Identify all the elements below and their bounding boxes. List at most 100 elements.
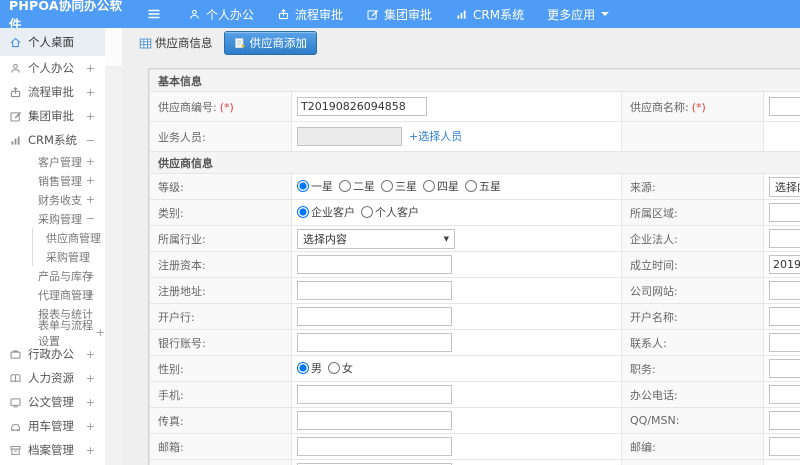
account-name-input[interactable]: [769, 307, 800, 326]
radio-option[interactable]: 五星: [465, 178, 501, 194]
sidebar-item[interactable]: 行政办公 +: [0, 342, 105, 366]
radio-option[interactable]: 四星: [423, 178, 459, 194]
grade-radio[interactable]: [423, 180, 435, 192]
sidebar-item[interactable]: 客户管理 +: [0, 152, 105, 171]
radio-option[interactable]: 一星: [297, 178, 333, 194]
field-label: 性别:: [158, 362, 184, 376]
topbar-nav-item[interactable]: 集团审批: [366, 6, 432, 23]
sidebar-scrollbar[interactable]: [105, 28, 122, 66]
office-phone-input[interactable]: [769, 385, 800, 404]
expander-icon[interactable]: +: [86, 62, 95, 75]
website-input[interactable]: [769, 281, 800, 300]
email-input[interactable]: [297, 437, 452, 456]
sidebar-item[interactable]: 供应商管理: [0, 228, 105, 247]
topbar-nav-item[interactable]: 个人办公: [188, 6, 254, 23]
radio-option[interactable]: 二星: [339, 178, 375, 194]
expander-icon[interactable]: +: [86, 174, 95, 187]
expander-icon[interactable]: −: [86, 212, 95, 225]
select-value: 选择内容: [303, 232, 347, 246]
sidebar-item[interactable]: 产品与库存 +: [0, 266, 105, 285]
category-radio[interactable]: [361, 206, 373, 218]
tab-supplier-info[interactable]: 供应商信息: [135, 32, 217, 54]
radio-option[interactable]: 男: [297, 360, 322, 376]
radio-option[interactable]: 企业客户: [297, 204, 355, 220]
home-icon: [9, 36, 22, 49]
grade-radio[interactable]: [339, 180, 351, 192]
form-row: 所属行业: 选择内容 ▼ 企业法人:: [149, 225, 800, 252]
expander-icon[interactable]: +: [86, 420, 95, 433]
field-value-cell: [763, 433, 800, 460]
topbar-nav-item[interactable]: 流程审批: [277, 6, 343, 23]
expander-icon[interactable]: +: [86, 372, 95, 385]
radio-option[interactable]: 三星: [381, 178, 417, 194]
gender-radio[interactable]: [297, 362, 309, 374]
sidebar-item-label: 产品与库存: [38, 269, 93, 283]
select-person-link[interactable]: +选择人员: [409, 130, 462, 143]
topbar-nav-label: CRM系统: [473, 7, 525, 22]
topbar-nav-item[interactable]: CRM系统: [455, 6, 524, 23]
field-label-cell: 注册地址:: [149, 277, 292, 304]
user-icon: [188, 8, 201, 21]
expander-icon[interactable]: +: [96, 326, 105, 339]
gender-radio[interactable]: [328, 362, 340, 374]
supplier-name-input[interactable]: [769, 97, 800, 116]
expander-icon[interactable]: +: [86, 396, 95, 409]
qq-msn-input[interactable]: [769, 411, 800, 430]
field-label: 邮编:: [630, 440, 656, 454]
region-input[interactable]: [769, 203, 800, 222]
sidebar-item[interactable]: 档案管理 +: [0, 438, 105, 462]
legal-person-input[interactable]: [769, 229, 800, 248]
sidebar-item[interactable]: 表单与流程设置 +: [0, 319, 105, 348]
title-input[interactable]: [769, 359, 800, 378]
field: [297, 411, 452, 430]
sidebar-item[interactable]: CRM系统 −: [0, 128, 105, 152]
expander-icon[interactable]: +: [86, 348, 95, 361]
sidebar-item[interactable]: 采购管理 −: [0, 209, 105, 228]
sidebar-item[interactable]: 个人办公 +: [0, 56, 105, 80]
grade-radio[interactable]: [297, 180, 309, 192]
grade-radio[interactable]: [381, 180, 393, 192]
postcode-input[interactable]: [769, 437, 800, 456]
supplier-code-input[interactable]: [297, 97, 427, 116]
radio-option[interactable]: 个人客户: [361, 204, 419, 220]
mobile-input[interactable]: [297, 385, 452, 404]
expander-icon[interactable]: +: [86, 110, 95, 123]
contact-input[interactable]: [769, 333, 800, 352]
sidebar-item[interactable]: 个人桌面: [0, 28, 105, 56]
sidebar-item[interactable]: 集团审批 +: [0, 104, 105, 128]
sidebar-item[interactable]: 采购管理: [0, 247, 105, 266]
expander-icon[interactable]: +: [86, 193, 95, 206]
sidebar-item[interactable]: 流程审批 +: [0, 80, 105, 104]
registered-address-input[interactable]: [297, 281, 452, 300]
tab-label: 供应商添加: [249, 36, 308, 50]
expander-icon[interactable]: +: [86, 269, 95, 282]
sidebar-item[interactable]: 用车管理 +: [0, 414, 105, 438]
bank-branch-input[interactable]: [297, 307, 452, 326]
sidebar-item[interactable]: 人力资源 +: [0, 366, 105, 390]
field-value-cell: [763, 407, 800, 434]
bank-account-input[interactable]: [297, 333, 452, 352]
field-label-cell: 手机:: [149, 381, 292, 408]
expander-icon[interactable]: −: [86, 134, 95, 147]
topbar-nav-item[interactable]: 更多应用: [547, 6, 610, 23]
expander-icon[interactable]: +: [86, 444, 95, 457]
staff-input[interactable]: [297, 127, 402, 146]
sidebar-item[interactable]: 销售管理 +: [0, 171, 105, 190]
sidebar-item[interactable]: 代理商管理 +: [0, 285, 105, 304]
source-select[interactable]: 选择内容▼: [769, 176, 800, 197]
grade-radio[interactable]: [465, 180, 477, 192]
radio-option[interactable]: 女: [328, 360, 353, 376]
expander-icon[interactable]: +: [86, 155, 95, 168]
sidebar-item[interactable]: 公文管理 +: [0, 390, 105, 414]
select-value: 选择内容: [775, 180, 800, 194]
expander-icon[interactable]: +: [86, 86, 95, 99]
tab-supplier-add[interactable]: 供应商添加: [223, 31, 317, 55]
fax-input[interactable]: [297, 411, 452, 430]
menu-icon[interactable]: [146, 6, 162, 22]
industry-select[interactable]: 选择内容 ▼: [297, 228, 455, 249]
expander-icon[interactable]: +: [86, 288, 95, 301]
registered-capital-input[interactable]: [297, 255, 452, 274]
sidebar-item[interactable]: 财务收支 +: [0, 190, 105, 209]
category-radio[interactable]: [297, 206, 309, 218]
founded-date-input[interactable]: [769, 255, 800, 274]
